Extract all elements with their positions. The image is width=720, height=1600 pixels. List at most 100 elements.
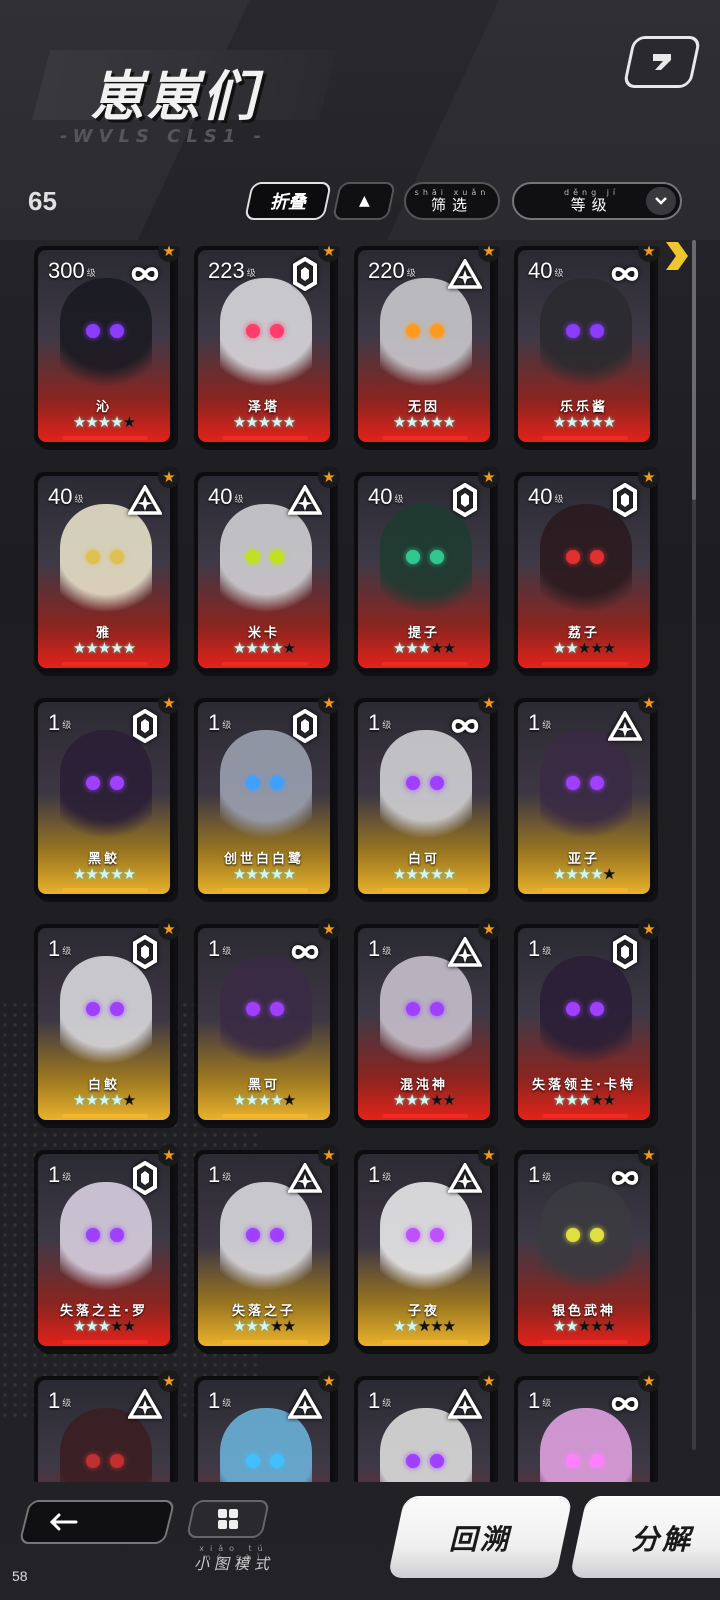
rarity-bar bbox=[62, 1340, 148, 1344]
character-portrait: 1级 bbox=[38, 1380, 170, 1482]
mini-mode-button[interactable] bbox=[185, 1500, 271, 1538]
character-card[interactable]: 40 级雅 ★★★★★ ★ bbox=[34, 466, 180, 678]
favorite-star-icon[interactable]: ★ bbox=[478, 1144, 500, 1166]
chevron-right-icon[interactable] bbox=[660, 238, 692, 274]
level-suffix: 级 bbox=[406, 267, 416, 278]
character-card[interactable]: 1 级白可 ★★★★★ ★ bbox=[354, 692, 500, 904]
character-card[interactable]: 40 级荔子 ★★★★★ ★ bbox=[514, 466, 660, 678]
favorite-star-icon[interactable]: ★ bbox=[158, 1370, 180, 1392]
character-card[interactable]: 300 级沁 ★★★★★ ★ bbox=[34, 246, 180, 452]
favorite-star-icon[interactable]: ★ bbox=[158, 466, 180, 488]
character-card[interactable]: 1 级银色武神 ★★★★★ ★ bbox=[514, 1144, 660, 1356]
character-card[interactable]: 1 级失落之主·罗 ★★★★★ ★ bbox=[34, 1144, 180, 1356]
character-card[interactable]: 1 级 ★ bbox=[354, 1370, 500, 1482]
favorite-star-icon[interactable]: ★ bbox=[638, 1370, 660, 1392]
favorite-star-icon[interactable]: ★ bbox=[318, 1370, 340, 1392]
favorite-star-icon[interactable]: ★ bbox=[478, 1370, 500, 1392]
character-portrait: 1 级失落之主·罗 ★★★★★ bbox=[38, 1154, 170, 1346]
favorite-star-icon[interactable]: ★ bbox=[638, 246, 660, 262]
character-level: 1级 bbox=[528, 936, 551, 962]
level-value: 1 bbox=[208, 710, 221, 735]
favorite-star-icon[interactable]: ★ bbox=[638, 692, 660, 714]
star-icon: ★ bbox=[270, 639, 283, 657]
chevron-down-icon[interactable] bbox=[646, 187, 676, 215]
star-icon: ★ bbox=[245, 639, 258, 657]
character-level: 1级 bbox=[208, 936, 231, 962]
favorite-star-icon[interactable]: ★ bbox=[318, 692, 340, 714]
character-card[interactable]: 40 级乐乐酱 ★★★★★ ★ bbox=[514, 246, 660, 452]
character-card[interactable]: 1 级失落领主·卡特 ★★★★★ ★ bbox=[514, 918, 660, 1130]
character-card[interactable]: 1 级亚子 ★★★★★ ★ bbox=[514, 692, 660, 904]
character-eye bbox=[86, 324, 100, 338]
scrollbar-thumb[interactable] bbox=[692, 240, 696, 500]
character-figure bbox=[60, 504, 152, 622]
star-icon: ★ bbox=[565, 413, 578, 431]
triangle-icon bbox=[128, 484, 162, 516]
star-icon: ★ bbox=[392, 1317, 406, 1335]
share-button[interactable] bbox=[622, 36, 702, 88]
character-card[interactable]: 1 级创世白白鹭 ★★★★★ ★ bbox=[194, 692, 340, 904]
character-eye bbox=[270, 1454, 284, 1468]
favorite-star-icon[interactable]: ★ bbox=[158, 246, 180, 262]
character-figure bbox=[220, 730, 312, 848]
star-icon: ★ bbox=[430, 1317, 443, 1335]
character-grid[interactable]: 300 级沁 ★★★★★ ★ 223 级泽塔 ★★★★★ ★ 220 级无因 ★★★★★ ★ 40 级乐乐… bbox=[34, 246, 688, 1482]
character-card[interactable]: 1 级黑可 ★★★★★ ★ bbox=[194, 918, 340, 1130]
favorite-star-icon[interactable]: ★ bbox=[478, 692, 500, 714]
trace-back-button[interactable]: 回溯 bbox=[387, 1498, 573, 1578]
star-icon: ★ bbox=[602, 1317, 616, 1335]
character-card[interactable]: 1 级子夜 ★★★★★ ★ bbox=[354, 1144, 500, 1356]
character-card[interactable]: 40 级提子 ★★★★★ ★ bbox=[354, 466, 500, 678]
fold-button[interactable]: 折叠 bbox=[243, 182, 333, 220]
share-icon bbox=[653, 54, 671, 70]
favorite-star-icon[interactable]: ★ bbox=[318, 1144, 340, 1166]
character-card[interactable]: 220 级无因 ★★★★★ ★ bbox=[354, 246, 500, 452]
back-button[interactable] bbox=[18, 1500, 176, 1544]
favorite-star-icon[interactable]: ★ bbox=[318, 918, 340, 940]
triangle-icon bbox=[608, 710, 642, 742]
level-suffix: 级 bbox=[62, 1397, 72, 1408]
scrollbar[interactable] bbox=[692, 240, 696, 1450]
favorite-star-icon[interactable]: ★ bbox=[158, 918, 180, 940]
level-value: 1 bbox=[48, 710, 61, 735]
favorite-star-icon[interactable]: ★ bbox=[638, 466, 660, 488]
favorite-star-icon[interactable]: ★ bbox=[478, 246, 500, 262]
page-title: 崽崽们 bbox=[90, 65, 258, 128]
character-card[interactable]: 1 级 ★ bbox=[194, 1370, 340, 1482]
favorite-star-icon[interactable]: ★ bbox=[478, 466, 500, 488]
favorite-star-icon[interactable]: ★ bbox=[318, 246, 340, 262]
star-icon: ★ bbox=[85, 865, 98, 883]
character-card[interactable]: 40 级米卡 ★★★★★ ★ bbox=[194, 466, 340, 678]
filter-button[interactable]: shāi xuǎn 筛选 bbox=[404, 182, 500, 220]
star-icon: ★ bbox=[232, 639, 246, 657]
favorite-star-icon[interactable]: ★ bbox=[638, 1144, 660, 1166]
character-figure bbox=[60, 956, 152, 1074]
star-rating: ★★★★★ bbox=[198, 1092, 330, 1108]
character-card[interactable]: 1 级混沌神 ★★★★★ ★ bbox=[354, 918, 500, 1130]
star-icon: ★ bbox=[72, 865, 86, 883]
favorite-star-icon[interactable]: ★ bbox=[158, 1144, 180, 1166]
favorite-star-icon[interactable]: ★ bbox=[478, 918, 500, 940]
favorite-star-icon[interactable]: ★ bbox=[638, 918, 660, 940]
character-card[interactable]: 1 级白鲛 ★★★★★ ★ bbox=[34, 918, 180, 1130]
sort-level-dropdown[interactable]: děng jí 等级 bbox=[512, 182, 682, 220]
character-level: 40 级 bbox=[48, 484, 84, 510]
rarity-bar bbox=[382, 662, 468, 666]
character-eye bbox=[430, 1228, 444, 1242]
star-icon: ★ bbox=[257, 413, 271, 431]
level-suffix: 级 bbox=[542, 719, 552, 730]
decompose-button[interactable]: 分解 bbox=[569, 1498, 720, 1578]
character-card[interactable]: 223 级泽塔 ★★★★★ ★ bbox=[194, 246, 340, 452]
star-rating: ★★★★★ bbox=[198, 1318, 330, 1334]
character-card[interactable]: 1 级失落之子 ★★★★★ ★ bbox=[194, 1144, 340, 1356]
character-card[interactable]: 1 级黑鲛 ★★★★★ ★ bbox=[34, 692, 180, 904]
character-card[interactable]: 1 级 ★ bbox=[34, 1370, 180, 1482]
star-rating: ★★★★★ bbox=[38, 1092, 170, 1108]
character-portrait: 40 级乐乐酱 ★★★★★ bbox=[518, 250, 650, 442]
favorite-star-icon[interactable]: ★ bbox=[158, 692, 180, 714]
sort-order-button[interactable]: ▲ bbox=[331, 182, 397, 220]
favorite-star-icon[interactable]: ★ bbox=[318, 466, 340, 488]
character-card[interactable]: 1 级 ★ bbox=[514, 1370, 660, 1482]
character-portrait: 1级 bbox=[198, 1380, 330, 1482]
star-icon: ★ bbox=[85, 1091, 98, 1109]
